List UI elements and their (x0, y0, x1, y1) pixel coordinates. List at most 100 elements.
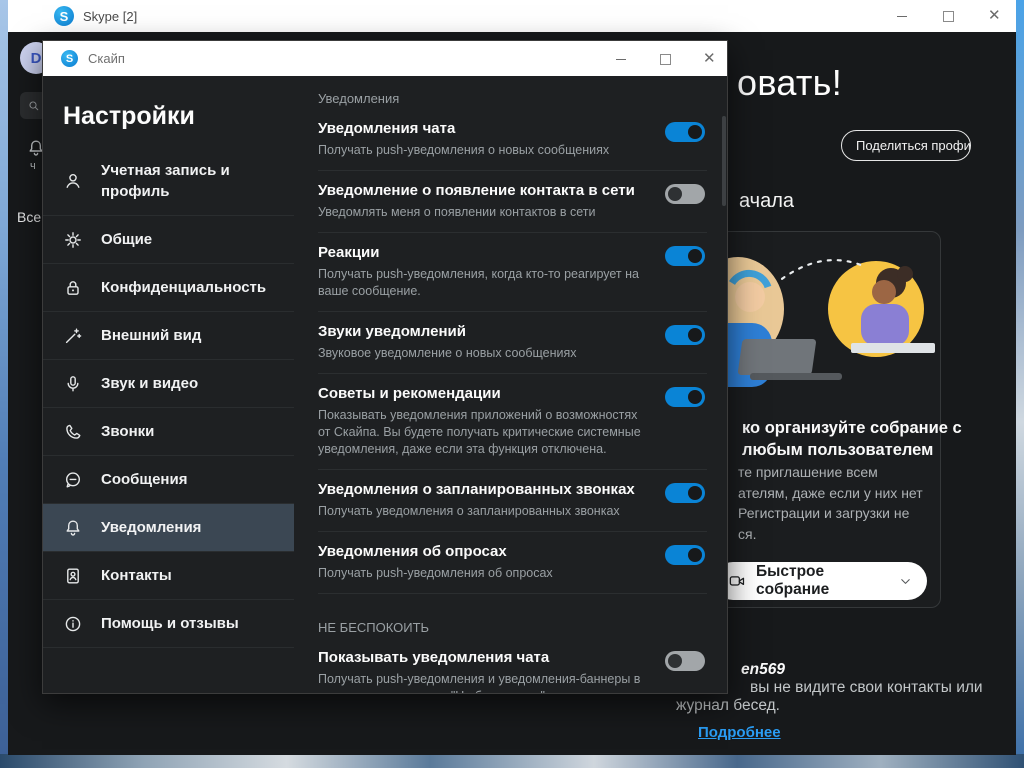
setting-toggle[interactable] (665, 122, 705, 142)
sidebar-item-general[interactable]: Общие (43, 216, 294, 264)
learn-more-link[interactable]: Подробнее (698, 724, 781, 741)
conversation-filter-label[interactable]: Все (17, 209, 41, 225)
info-icon (63, 614, 85, 634)
setting-desc: Получать уведомления о запланированных з… (318, 503, 643, 520)
setting-desc: Получать push-уведомления, когда кто-то … (318, 266, 643, 300)
invite-text: те приглашение всемателям, даже если у н… (738, 462, 923, 544)
invite-text-line: ся. (738, 524, 923, 545)
settings-group-header: НЕ БЕСПОКОИТЬ (318, 620, 707, 638)
toggle-knob (688, 249, 702, 263)
dialog-close-button[interactable]: ✕ (703, 53, 715, 65)
sidebar-item-label: Звонки (101, 421, 154, 442)
notification-setting-row: Уведомления чата Получать push-уведомлени… (318, 109, 707, 171)
sidebar-item-account[interactable]: Учетная запись и профиль (43, 147, 294, 216)
setting-desc: Звуковое уведомление о новых сообщениях (318, 345, 643, 362)
settings-content: УведомленияУведомления чатаПолучать push… (294, 76, 727, 693)
setting-desc: Получать push-уведомления и уведомления-… (318, 671, 643, 693)
toggle-knob (688, 125, 702, 139)
setting-toggle[interactable] (665, 545, 705, 565)
settings-sidebar-list: Учетная запись и профиль Общие Конфиденциа… (43, 147, 294, 648)
settings-sidebar: Настройки Учетная запись и профиль Общие К… (43, 76, 294, 693)
skype-logo-icon: S (61, 50, 78, 67)
card-caption: ко организуйте собрание слюбым пользоват… (742, 417, 962, 461)
maximize-button[interactable] (942, 10, 954, 22)
notification-setting-row: Звуки уведомлений Звуковое уведомление о … (318, 312, 707, 374)
close-button[interactable]: ✕ (988, 10, 1000, 22)
notification-setting-row: Уведомление о появление контакта в сетиУ… (318, 171, 707, 233)
search-icon (27, 99, 41, 113)
toggle-knob (668, 654, 682, 668)
contacts-icon (63, 566, 85, 586)
sidebar-item-label: Внешний вид (101, 325, 201, 346)
sidebar-item-label: Учетная запись и профиль (101, 160, 288, 202)
setting-desc: Получать push-уведомления о новых сообще… (318, 142, 643, 159)
scrollbar-thumb[interactable] (722, 116, 726, 206)
setting-title: Звуки уведомлений (318, 322, 643, 342)
setting-toggle[interactable] (665, 651, 705, 671)
setting-toggle[interactable] (665, 246, 705, 266)
desktop-wallpaper-bottom (0, 754, 1024, 768)
card-caption-line: ко организуйте собрание с (742, 417, 962, 439)
notification-setting-row: Уведомления об опросах Получать push-увед… (318, 532, 707, 594)
setting-title: Уведомления чата (318, 119, 643, 139)
settings-dialog: S Скайп ✕ Настройки Учетная запись и про… (42, 40, 728, 694)
minimize-button[interactable] (896, 10, 908, 22)
notification-groups: УведомленияУведомления чатаПолучать push… (318, 91, 707, 693)
setting-title: Уведомления о запланированных звонках (318, 480, 643, 500)
main-titlebar[interactable]: S Skype [2] ✕ (8, 0, 1016, 32)
video-camera-icon (728, 572, 746, 590)
notification-setting-row: Советы и рекомендации Показывать уведомле… (318, 374, 707, 470)
username-text: en569 (741, 661, 785, 679)
sidebar-item-label: Контакты (101, 565, 172, 586)
notification-setting-row: Уведомления о запланированных звонках Пол… (318, 470, 707, 532)
setting-toggle[interactable] (665, 483, 705, 503)
sidebar-item-audio-video[interactable]: Звук и видео (43, 360, 294, 408)
dialog-maximize-button[interactable] (659, 53, 671, 65)
chevron-down-icon (898, 574, 913, 589)
setting-toggle[interactable] (665, 325, 705, 345)
invite-text-line: Регистрации и загрузки не (738, 503, 923, 524)
desktop-wallpaper-left (0, 0, 8, 768)
setting-title: Показывать уведомления чата (318, 648, 643, 668)
bell-icon (63, 518, 85, 538)
share-profile-button[interactable]: Поделиться профилем (841, 130, 971, 161)
sidebar-item-messaging[interactable]: Сообщения (43, 456, 294, 504)
main-window-title: Skype [2] (83, 9, 137, 24)
setting-title: Советы и рекомендации (318, 384, 643, 404)
sidebar-item-notifications[interactable]: Уведомления (43, 504, 294, 552)
setting-desc: Показывать уведомления приложений о возм… (318, 407, 643, 458)
desktop-wallpaper-right (1016, 0, 1024, 768)
sidebar-item-label: Уведомления (101, 517, 201, 538)
invite-text-line: те приглашение всем (738, 462, 923, 483)
quick-meeting-label: Быстрое собрание (756, 563, 898, 599)
sidebar-item-label: Конфиденциальность (101, 277, 266, 298)
notice-text-line1: вы не видите свои контакты или (750, 679, 983, 697)
settings-heading: Настройки (43, 76, 294, 147)
toggle-knob (688, 390, 702, 404)
sidebar-item-calls[interactable]: Звонки (43, 408, 294, 456)
dialog-minimize-button[interactable] (615, 53, 627, 65)
sidebar-item-contacts[interactable]: Контакты (43, 552, 294, 600)
gear-icon (63, 230, 85, 250)
setting-desc: Получать push-уведомления об опросах (318, 565, 643, 582)
quick-meeting-button[interactable]: Быстрое собрание (714, 562, 927, 600)
notification-setting-row: Показывать уведомления чата Получать push… (318, 638, 707, 693)
mic-icon (63, 374, 85, 394)
sidebar-item-appearance[interactable]: Внешний вид (43, 312, 294, 360)
setting-toggle[interactable] (665, 184, 705, 204)
sidebar-item-label: Общие (101, 229, 152, 250)
meeting-illustration (708, 243, 938, 415)
setting-title: Уведомление о появление контакта в сети (318, 181, 643, 201)
sidebar-item-label: Сообщения (101, 469, 187, 490)
rail-notifications-label: ч (30, 160, 36, 172)
lock-icon (63, 278, 85, 298)
dialog-titlebar[interactable]: S Скайп ✕ (43, 41, 727, 76)
sidebar-item-help[interactable]: Помощь и отзывы (43, 600, 294, 648)
setting-toggle[interactable] (665, 387, 705, 407)
sidebar-item-label: Звук и видео (101, 373, 198, 394)
get-started-heading: ачала (739, 190, 794, 213)
setting-title: Уведомления об опросах (318, 542, 643, 562)
notice-text-line2: журнал бесед. (676, 697, 780, 715)
skype-logo-icon: S (54, 6, 74, 26)
sidebar-item-privacy[interactable]: Конфиденциальность (43, 264, 294, 312)
